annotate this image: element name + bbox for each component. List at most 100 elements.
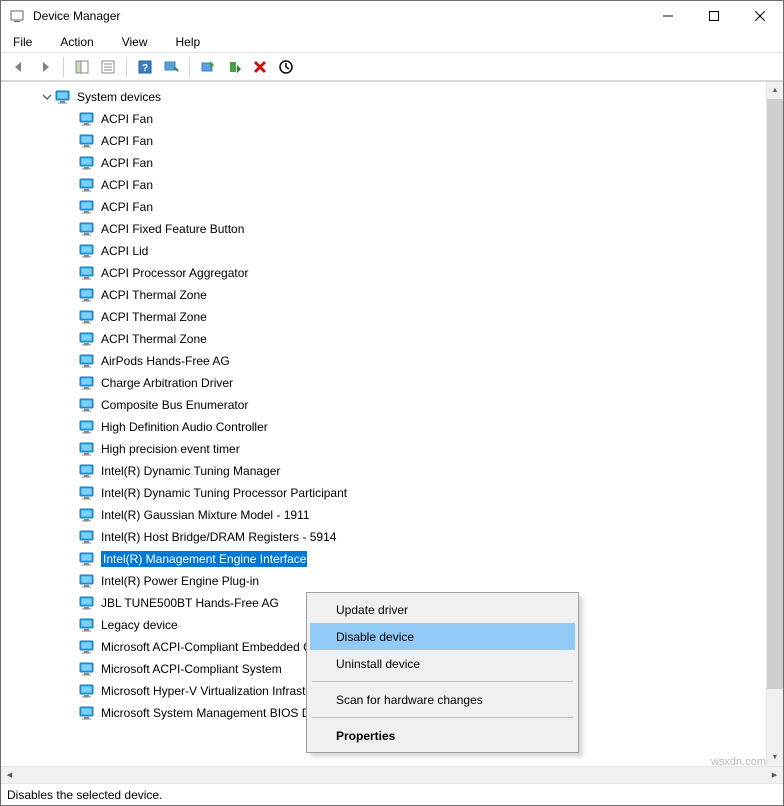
tree-item[interactable]: ACPI Fan	[1, 174, 783, 196]
close-button[interactable]	[737, 1, 783, 31]
help-button[interactable]: ?	[133, 55, 157, 79]
minimize-button[interactable]	[645, 1, 691, 31]
tree-item[interactable]: Intel(R) Host Bridge/DRAM Registers - 59…	[1, 526, 783, 548]
device-icon	[79, 288, 95, 302]
tree-item-label: ACPI Thermal Zone	[101, 310, 207, 324]
tree-item-label: ACPI Fan	[101, 178, 153, 192]
ctx-update-driver[interactable]: Update driver	[310, 596, 575, 623]
tree-item[interactable]: ACPI Fan	[1, 130, 783, 152]
tree-item-label: ACPI Lid	[101, 244, 148, 258]
show-hide-tree-button[interactable]	[70, 55, 94, 79]
svg-text:?: ?	[142, 63, 148, 74]
menu-view[interactable]: View	[118, 33, 152, 51]
device-icon	[79, 156, 95, 170]
tree-item-label: High Definition Audio Controller	[101, 420, 268, 434]
tree-item[interactable]: ACPI Fan	[1, 152, 783, 174]
titlebar[interactable]: Device Manager	[1, 1, 783, 31]
menu-action[interactable]: Action	[56, 33, 97, 51]
back-button[interactable]	[7, 55, 31, 79]
device-icon	[79, 486, 95, 500]
tree-item[interactable]: ACPI Fixed Feature Button	[1, 218, 783, 240]
scan-hardware-button[interactable]	[159, 55, 183, 79]
tree-item-label: ACPI Fan	[101, 112, 153, 126]
tree-item[interactable]: ACPI Thermal Zone	[1, 284, 783, 306]
tree-item-label: Intel(R) Gaussian Mixture Model - 1911	[101, 508, 310, 522]
device-icon	[79, 420, 95, 434]
tree-item[interactable]: ACPI Fan	[1, 108, 783, 130]
ctx-properties[interactable]: Properties	[310, 722, 575, 749]
status-text: Disables the selected device.	[7, 788, 162, 802]
scroll-thumb[interactable]	[767, 99, 783, 689]
update-driver-button[interactable]	[196, 55, 220, 79]
tree-item[interactable]: AirPods Hands-Free AG	[1, 350, 783, 372]
device-icon	[79, 354, 95, 368]
device-icon	[79, 706, 95, 720]
tree-item[interactable]: Intel(R) Management Engine Interface	[1, 548, 783, 570]
window-title: Device Manager	[33, 9, 645, 23]
tree-category-system-devices[interactable]: System devices	[1, 86, 783, 108]
device-icon	[79, 332, 95, 346]
tree-item-label: Intel(R) Power Engine Plug-in	[101, 574, 259, 588]
context-menu: Update driver Disable device Uninstall d…	[306, 592, 579, 753]
tree-item-label: ACPI Thermal Zone	[101, 332, 207, 346]
tree-item[interactable]: Intel(R) Dynamic Tuning Processor Partic…	[1, 482, 783, 504]
device-icon	[79, 222, 95, 236]
properties-button[interactable]	[96, 55, 120, 79]
tree-item-label: High precision event timer	[101, 442, 240, 456]
scroll-left-arrow[interactable]: ◀	[1, 771, 18, 779]
tree-item[interactable]: ACPI Fan	[1, 196, 783, 218]
ctx-scan-hardware[interactable]: Scan for hardware changes	[310, 686, 575, 713]
enable-device-button[interactable]	[222, 55, 246, 79]
menu-help[interactable]: Help	[172, 33, 205, 51]
tree-item[interactable]: Charge Arbitration Driver	[1, 372, 783, 394]
device-icon	[79, 266, 95, 280]
tree-item[interactable]: ACPI Thermal Zone	[1, 328, 783, 350]
device-icon	[79, 200, 95, 214]
device-icon	[79, 442, 95, 456]
horizontal-scrollbar[interactable]: ◀ ▶	[1, 766, 783, 783]
device-icon	[79, 464, 95, 478]
tree-item-label: Intel(R) Dynamic Tuning Processor Partic…	[101, 486, 347, 500]
disable-device-button[interactable]	[274, 55, 298, 79]
device-icon	[79, 574, 95, 588]
menu-file[interactable]: File	[9, 33, 36, 51]
uninstall-device-button[interactable]	[248, 55, 272, 79]
watermark: wsxdn.com	[711, 756, 766, 768]
scroll-up-arrow[interactable]: ▲	[767, 82, 783, 99]
tree-item[interactable]: High Definition Audio Controller	[1, 416, 783, 438]
tree-item[interactable]: ACPI Processor Aggregator	[1, 262, 783, 284]
tree-category-label: System devices	[77, 90, 161, 104]
device-icon	[79, 398, 95, 412]
device-icon	[79, 134, 95, 148]
vertical-scrollbar[interactable]: ▲ ▼	[766, 82, 783, 766]
device-icon	[79, 178, 95, 192]
device-icon	[79, 552, 95, 566]
tree-item-label: ACPI Fixed Feature Button	[101, 222, 244, 236]
tree-item[interactable]: Intel(R) Dynamic Tuning Manager	[1, 460, 783, 482]
maximize-button[interactable]	[691, 1, 737, 31]
tree-item[interactable]: Intel(R) Power Engine Plug-in	[1, 570, 783, 592]
device-icon	[79, 640, 95, 654]
tree-item-label: JBL TUNE500BT Hands-Free AG	[101, 596, 279, 610]
tree-item-label: Composite Bus Enumerator	[101, 398, 248, 412]
tree-item[interactable]: High precision event timer	[1, 438, 783, 460]
collapse-icon[interactable]	[41, 92, 53, 102]
tree-item-label: Intel(R) Dynamic Tuning Manager	[101, 464, 280, 478]
tree-item-label: Legacy device	[101, 618, 178, 632]
ctx-disable-device[interactable]: Disable device	[310, 623, 575, 650]
ctx-uninstall-device[interactable]: Uninstall device	[310, 650, 575, 677]
toolbar: ?	[1, 53, 783, 81]
tree-item[interactable]: ACPI Lid	[1, 240, 783, 262]
tree-item[interactable]: ACPI Thermal Zone	[1, 306, 783, 328]
device-icon	[79, 596, 95, 610]
scroll-right-arrow[interactable]: ▶	[766, 771, 783, 779]
tree-item-label: Microsoft System Management BIOS Driver	[101, 706, 307, 720]
device-icon	[79, 662, 95, 676]
tree-item[interactable]: Intel(R) Gaussian Mixture Model - 1911	[1, 504, 783, 526]
scroll-down-arrow[interactable]: ▼	[767, 749, 783, 766]
tree-item[interactable]: Composite Bus Enumerator	[1, 394, 783, 416]
tree-item-label: Intel(R) Host Bridge/DRAM Registers - 59…	[101, 530, 336, 544]
device-icon	[79, 244, 95, 258]
forward-button[interactable]	[33, 55, 57, 79]
statusbar: Disables the selected device.	[1, 783, 783, 805]
